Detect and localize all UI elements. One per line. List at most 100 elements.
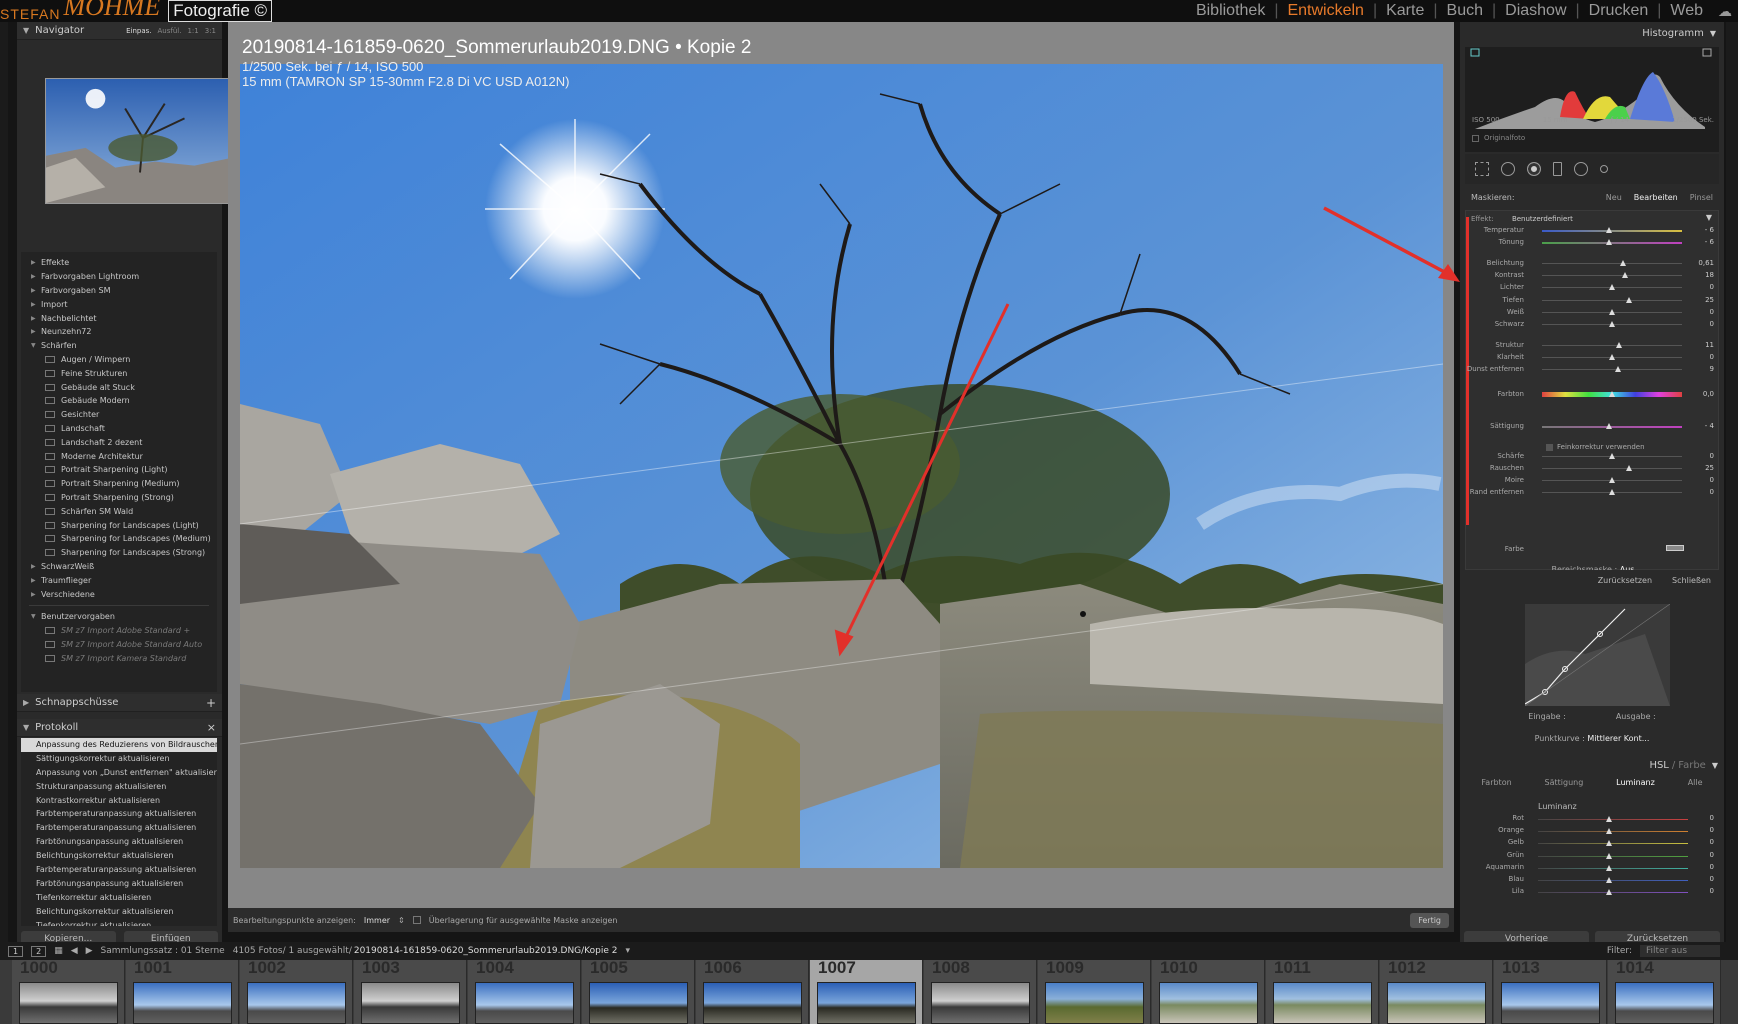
hsl-slider-handle[interactable] bbox=[1606, 828, 1612, 835]
preset-folder[interactable]: ▶ Effekte bbox=[21, 256, 217, 270]
thumbnail-image[interactable] bbox=[817, 982, 916, 1024]
collapse-triangle-icon[interactable]: ▼ bbox=[1712, 761, 1718, 770]
hsl-slider-value[interactable]: 0 bbox=[1710, 851, 1714, 859]
mask-brush[interactable]: Pinsel bbox=[1690, 193, 1713, 202]
preset-folder[interactable]: ▶ Import bbox=[21, 297, 217, 311]
hsl-tab[interactable]: Luminanz bbox=[1616, 778, 1655, 794]
thumbnail-image[interactable] bbox=[19, 982, 118, 1024]
slider-value[interactable]: 0,0 bbox=[1703, 390, 1714, 398]
collapse-triangle-icon[interactable]: ▼ bbox=[23, 723, 29, 732]
slider-value[interactable]: - 6 bbox=[1705, 226, 1714, 234]
thumbnail-image[interactable] bbox=[1615, 982, 1714, 1024]
slider-handle[interactable] bbox=[1614, 366, 1621, 372]
preset-item[interactable]: Feine Strukturen bbox=[21, 366, 217, 380]
slider-handle[interactable] bbox=[1609, 477, 1615, 483]
slider-track[interactable] bbox=[1542, 345, 1682, 346]
hsl-slider-handle[interactable] bbox=[1606, 840, 1612, 847]
module-3[interactable]: Buch bbox=[1438, 2, 1492, 20]
thumbnail-image[interactable] bbox=[1159, 982, 1258, 1024]
hsl-tab[interactable]: Alle bbox=[1688, 778, 1703, 794]
slider-value[interactable]: 0 bbox=[1710, 452, 1714, 460]
thumbnail-image[interactable] bbox=[1273, 982, 1372, 1024]
preset-item[interactable]: Gesichter bbox=[21, 408, 217, 422]
history-item[interactable]: Belichtungskorrektur aktualisieren bbox=[21, 849, 217, 863]
thumbnail-image[interactable] bbox=[703, 982, 802, 1024]
slider-track[interactable] bbox=[1542, 275, 1682, 276]
thumbnail-image[interactable] bbox=[1501, 982, 1600, 1024]
thumbnail-image[interactable] bbox=[1045, 982, 1144, 1024]
preset-item[interactable]: Moderne Architektur bbox=[21, 449, 217, 463]
preset-item[interactable]: Gebäude Modern bbox=[21, 394, 217, 408]
effect-row[interactable]: Effekt: Benutzerdefiniert bbox=[1471, 215, 1573, 223]
module-0[interactable]: Bibliothek bbox=[1187, 2, 1274, 20]
thumbnail-image[interactable] bbox=[133, 982, 232, 1024]
mask-new[interactable]: Neu bbox=[1606, 193, 1622, 202]
collapsed-triangle-icon[interactable]: ▶ bbox=[31, 577, 41, 584]
collapsed-triangle-icon[interactable]: ▶ bbox=[31, 259, 41, 266]
slider-track[interactable] bbox=[1542, 369, 1682, 370]
navigator-header[interactable]: ▼ Navigator Einpas. Ausfül. 1:1 3:1 bbox=[17, 22, 222, 40]
expand-triangle-icon[interactable]: ▶ bbox=[23, 698, 29, 707]
original-checkbox[interactable] bbox=[1472, 134, 1479, 142]
right-edge-strip[interactable] bbox=[1726, 22, 1738, 942]
slider-handle[interactable] bbox=[1609, 489, 1615, 495]
collapsed-triangle-icon[interactable]: ▶ bbox=[31, 591, 41, 598]
preset-folder[interactable]: ▶ Nachbelichtet bbox=[21, 311, 217, 325]
filmstrip-thumbnail[interactable]: 1005 bbox=[582, 960, 695, 1024]
hsl-tab[interactable]: Sättigung bbox=[1545, 778, 1584, 794]
preset-folder[interactable]: ▼ Benutzervorgaben bbox=[21, 610, 217, 624]
slider-handle[interactable] bbox=[1609, 321, 1615, 327]
slider-value[interactable]: 25 bbox=[1705, 464, 1714, 472]
preset-folder[interactable]: ▶ Neunzehn72 bbox=[21, 325, 217, 339]
collapse-triangle-icon[interactable]: ▼ bbox=[1710, 29, 1716, 38]
history-item[interactable]: Farbtemperaturanpassung aktualisieren bbox=[21, 807, 217, 821]
preset-item[interactable]: Augen / Wimpern bbox=[21, 353, 217, 367]
preset-item[interactable]: Sharpening for Landscapes (Light) bbox=[21, 518, 217, 532]
module-5[interactable]: Drucken bbox=[1580, 2, 1658, 20]
slider-handle[interactable] bbox=[1609, 391, 1615, 397]
filmstrip-thumbnail[interactable]: 1013 bbox=[1494, 960, 1607, 1024]
brush-tool-icon[interactable] bbox=[1600, 165, 1608, 173]
main-photo[interactable] bbox=[240, 64, 1443, 868]
adjust-reset-button[interactable]: Zurücksetzen bbox=[1598, 576, 1652, 585]
history-item[interactable]: Farbtemperaturanpassung aktualisieren bbox=[21, 821, 217, 835]
hsl-slider-value[interactable]: 0 bbox=[1710, 838, 1714, 846]
hsl-slider-value[interactable]: 0 bbox=[1710, 875, 1714, 883]
filmstrip-thumbnail[interactable]: 1004 bbox=[468, 960, 581, 1024]
filmstrip-thumbnail[interactable]: 1009 bbox=[1038, 960, 1151, 1024]
edit-points-select[interactable]: Immer bbox=[364, 916, 390, 925]
slider-handle[interactable] bbox=[1609, 284, 1615, 290]
filmstrip-thumbnail[interactable]: 1003 bbox=[354, 960, 467, 1024]
color-swatch[interactable] bbox=[1666, 545, 1684, 551]
collapsed-triangle-icon[interactable]: ▶ bbox=[31, 328, 41, 335]
hsl-slider-track[interactable] bbox=[1538, 867, 1688, 869]
filmstrip-thumbnail[interactable]: 1000 bbox=[12, 960, 125, 1024]
forward-arrow-icon[interactable]: ▶ bbox=[86, 946, 93, 956]
crop-tool-icon[interactable] bbox=[1475, 162, 1489, 176]
slider-value[interactable]: 11 bbox=[1705, 341, 1714, 349]
preset-item[interactable]: Portrait Sharpening (Light) bbox=[21, 463, 217, 477]
slider-handle[interactable] bbox=[1620, 260, 1627, 266]
image-view[interactable]: 20190814-161859-0620_Sommerurlaub2019.DN… bbox=[228, 22, 1454, 920]
back-arrow-icon[interactable]: ◀ bbox=[71, 946, 78, 956]
slider-track[interactable] bbox=[1542, 300, 1682, 301]
red-eye-icon[interactable] bbox=[1527, 162, 1541, 176]
done-button[interactable]: Fertig bbox=[1410, 912, 1449, 928]
zoom-3-1[interactable]: 3:1 bbox=[205, 27, 216, 35]
history-item[interactable]: Belichtungskorrektur aktualisieren bbox=[21, 905, 217, 919]
graduated-filter-icon[interactable] bbox=[1553, 162, 1562, 176]
hsl-slider-track[interactable] bbox=[1538, 831, 1688, 833]
overlay-checkbox[interactable] bbox=[412, 916, 421, 924]
history-item[interactable]: Anpassung des Reduzierens von Bildrausch… bbox=[21, 738, 217, 752]
slider-value[interactable]: 0 bbox=[1710, 353, 1714, 361]
grid-icon[interactable]: ▦ bbox=[54, 946, 63, 956]
preset-item[interactable]: Landschaft bbox=[21, 422, 217, 436]
slider-handle[interactable] bbox=[1625, 297, 1632, 303]
slider-value[interactable]: 0 bbox=[1710, 320, 1714, 328]
filmstrip-thumbnail[interactable]: 1001 bbox=[126, 960, 239, 1024]
histogram-header[interactable]: Histogramm ▼ bbox=[1460, 22, 1724, 44]
history-item[interactable]: Tiefenkorrektur aktualisieren bbox=[21, 891, 217, 905]
hsl-header[interactable]: HSL / Farbe ▼ bbox=[1460, 756, 1724, 774]
hsl-tab[interactable]: Farbton bbox=[1481, 778, 1511, 794]
preset-folder[interactable]: ▶ Traumflieger bbox=[21, 573, 217, 587]
